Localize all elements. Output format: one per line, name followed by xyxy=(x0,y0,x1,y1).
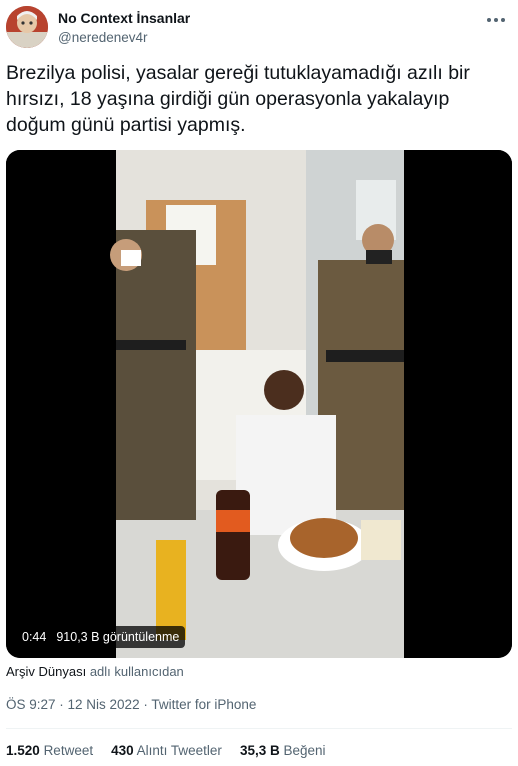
tweet-timestamp[interactable]: ÖS 9:27 · 12 Nis 2022 · Twitter for iPho… xyxy=(6,697,256,712)
likes-label: Beğeni xyxy=(283,743,326,758)
more-options-icon[interactable] xyxy=(484,10,508,30)
video-views: 910,3 B görüntülenme xyxy=(56,630,180,644)
video-duration: 0:44 xyxy=(22,630,47,644)
divider xyxy=(6,728,512,729)
video-frame xyxy=(6,150,512,658)
attribution-source[interactable]: Arşiv Dünyası xyxy=(6,664,86,679)
quotes-label: Alıntı Tweetler xyxy=(136,743,222,758)
retweets-label: Retweet xyxy=(43,743,94,758)
video-attribution: Arşiv Dünyası adlı kullanıcıdan xyxy=(6,664,184,679)
likes-stat[interactable]: 35,3 B Beğeni xyxy=(240,743,326,758)
quotes-count: 430 xyxy=(111,743,134,758)
retweets-count: 1.520 xyxy=(6,743,40,758)
likes-count: 35,3 B xyxy=(239,743,280,758)
author-name[interactable]: No Context İnsanlar xyxy=(58,10,190,26)
retweets-stat[interactable]: 1.520 Retweet xyxy=(6,743,93,758)
author-handle[interactable]: @neredenev4r xyxy=(58,30,148,45)
tweet-header: No Context İnsanlar @neredenev4r xyxy=(6,6,512,50)
tweet-stats: 1.520 Retweet 430 Alıntı Tweetler 35,3 B… xyxy=(6,743,326,758)
attribution-suffix: adlı kullanıcıdan xyxy=(89,664,184,679)
quotes-stat[interactable]: 430 Alıntı Tweetler xyxy=(111,743,222,758)
video-player[interactable]: 0:44 910,3 B görüntülenme xyxy=(6,150,512,658)
tweet-text: Brezilya polisi, yasalar gereği tutuklay… xyxy=(6,62,470,136)
video-meta: 0:44 910,3 B görüntülenme xyxy=(16,626,186,648)
avatar[interactable] xyxy=(6,6,48,48)
